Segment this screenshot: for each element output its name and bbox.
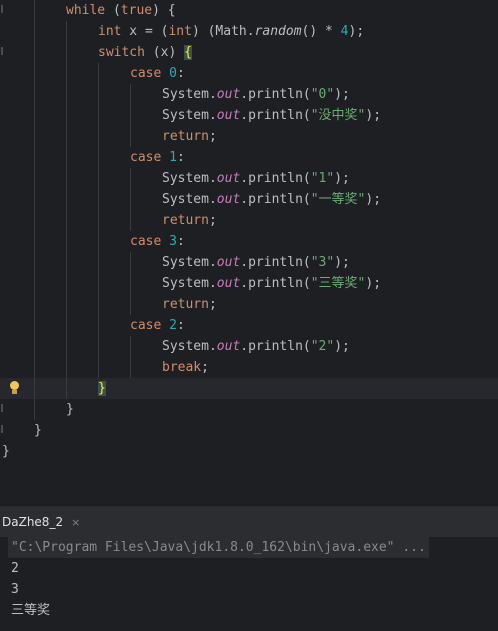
code-line: System.out.println("一等奖"); — [0, 189, 498, 210]
code-line: case 1: — [0, 147, 498, 168]
code-line: switch (x) { — [0, 42, 498, 63]
run-tab-bar: DaZhe8_2 × — [0, 507, 498, 538]
console-output-line: 3 — [11, 582, 19, 597]
fold-marker-icon[interactable] — [1, 425, 3, 433]
code-line: System.out.println("2"); — [0, 336, 498, 357]
console-output-line: 三等奖 — [11, 603, 51, 618]
matched-brace-close: } — [98, 381, 106, 396]
code-line: case 2: — [0, 315, 498, 336]
console-command-line[interactable]: "C:\Program Files\Java\jdk1.8.0_162\bin\… — [8, 537, 429, 558]
console-output-line: 2 — [11, 561, 19, 576]
code-line: return; — [0, 126, 498, 147]
fold-marker-icon[interactable] — [1, 5, 3, 13]
code-line: case 0: — [0, 63, 498, 84]
code-editor[interactable]: while (true) { int x = (int) (Math.rando… — [0, 0, 498, 506]
code-line: System.out.println("0"); — [0, 84, 498, 105]
code-line: System.out.println("三等奖"); — [0, 273, 498, 294]
code-line: return; — [0, 294, 498, 315]
fold-marker-icon[interactable] — [1, 404, 3, 412]
code-line: } — [0, 399, 498, 420]
code-line-current: } — [0, 378, 498, 399]
run-console: DaZhe8_2 × "C:\Program Files\Java\jdk1.8… — [0, 506, 498, 631]
code-line: System.out.println("1"); — [0, 168, 498, 189]
run-tab[interactable]: DaZhe8_2 × — [0, 507, 86, 537]
close-icon[interactable]: × — [71, 516, 80, 529]
code-line: System.out.println("3"); — [0, 252, 498, 273]
code-line: break; — [0, 357, 498, 378]
run-tab-label: DaZhe8_2 — [2, 515, 64, 529]
code-line: } — [0, 420, 498, 441]
fold-marker-icon[interactable] — [1, 47, 3, 55]
code-line: case 3: — [0, 231, 498, 252]
code-line: int x = (int) (Math.random() * 4); — [0, 21, 498, 42]
lightbulb-icon[interactable] — [10, 381, 19, 390]
code-line: return; — [0, 210, 498, 231]
code-line: } — [2, 444, 10, 459]
matched-brace-open: { — [184, 45, 192, 60]
code-line: System.out.println("没中奖"); — [0, 105, 498, 126]
code-line: while (true) { — [0, 0, 498, 21]
